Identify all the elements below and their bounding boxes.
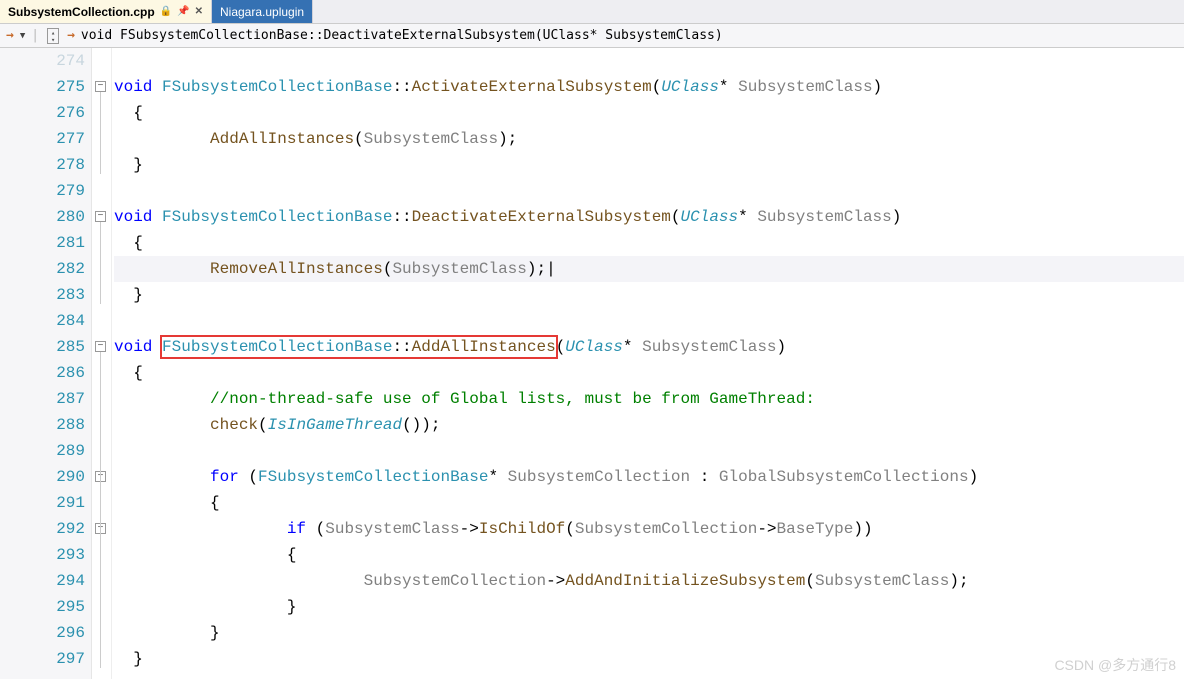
line-number: 288 <box>0 412 85 438</box>
fold-toggle-icon[interactable]: − <box>95 341 106 352</box>
code-line[interactable]: } <box>114 152 1184 178</box>
line-number: 297 <box>0 646 85 672</box>
code-line[interactable]: RemoveAllInstances(SubsystemClass);| <box>114 256 1184 282</box>
tab-label: SubsystemCollection.cpp <box>8 5 155 19</box>
code-line[interactable]: for (FSubsystemCollectionBase* Subsystem… <box>114 464 1184 490</box>
divider: | <box>29 28 41 43</box>
line-number: 290 <box>0 464 85 490</box>
tab-inactive[interactable]: Niagara.uplugin <box>212 0 313 23</box>
watermark: CSDN @多方通行8 <box>1054 655 1176 675</box>
nav-back-icon[interactable]: → <box>4 28 16 43</box>
line-number: 286 <box>0 360 85 386</box>
code-line[interactable]: check(IsInGameThread()); <box>114 412 1184 438</box>
line-number: 285 <box>0 334 85 360</box>
line-number: 274 <box>0 48 85 74</box>
tab-active[interactable]: SubsystemCollection.cpp 🔒 📌 ✕ <box>0 0 212 23</box>
code-line[interactable]: { <box>114 100 1184 126</box>
line-number: 292 <box>0 516 85 542</box>
tab-label: Niagara.uplugin <box>220 5 304 19</box>
code-line[interactable]: } <box>114 620 1184 646</box>
nav-forward-icon[interactable]: → <box>65 28 77 43</box>
tab-bar: SubsystemCollection.cpp 🔒 📌 ✕ Niagara.up… <box>0 0 1184 24</box>
fold-toggle-icon[interactable]: − <box>95 81 106 92</box>
line-number: 289 <box>0 438 85 464</box>
breadcrumb[interactable]: void FSubsystemCollectionBase::Deactivat… <box>81 28 723 43</box>
line-number: 293 <box>0 542 85 568</box>
line-number: 278 <box>0 152 85 178</box>
line-number: 277 <box>0 126 85 152</box>
code-line[interactable]: SubsystemCollection->AddAndInitializeSub… <box>114 568 1184 594</box>
code-line[interactable] <box>114 308 1184 334</box>
line-number: 279 <box>0 178 85 204</box>
code-line[interactable]: void FSubsystemCollectionBase::ActivateE… <box>114 74 1184 100</box>
line-number: 295 <box>0 594 85 620</box>
breadcrumb-bar: → ▼ | ▴▾ → void FSubsystemCollectionBase… <box>0 24 1184 48</box>
pin-icon[interactable]: 📌 <box>177 6 189 17</box>
line-number: 280 <box>0 204 85 230</box>
line-number: 291 <box>0 490 85 516</box>
highlight-box <box>160 335 558 359</box>
line-number: 282 <box>0 256 85 282</box>
code-editor[interactable]: 2742752762772782792802812822832842852862… <box>0 48 1184 679</box>
line-number-gutter: 2742752762772782792802812822832842852862… <box>0 48 92 679</box>
code-line[interactable]: { <box>114 490 1184 516</box>
code-line[interactable]: //non-thread-safe use of Global lists, m… <box>114 386 1184 412</box>
code-line[interactable]: if (SubsystemClass->IsChildOf(SubsystemC… <box>114 516 1184 542</box>
fold-toggle-icon[interactable]: − <box>95 211 106 222</box>
line-number: 276 <box>0 100 85 126</box>
line-number: 296 <box>0 620 85 646</box>
line-number: 284 <box>0 308 85 334</box>
line-number: 287 <box>0 386 85 412</box>
line-number: 275 <box>0 74 85 100</box>
code-line[interactable] <box>114 48 1184 74</box>
line-number: 294 <box>0 568 85 594</box>
code-line[interactable]: void FSubsystemCollectionBase::Deactivat… <box>114 204 1184 230</box>
code-content[interactable]: void FSubsystemCollectionBase::ActivateE… <box>112 48 1184 679</box>
fold-column: −−−−− <box>92 48 112 679</box>
line-number: 281 <box>0 230 85 256</box>
code-line[interactable]: } <box>114 646 1184 672</box>
nav-stepper[interactable]: ▴▾ <box>47 28 59 44</box>
code-line[interactable]: { <box>114 360 1184 386</box>
close-icon[interactable]: ✕ <box>195 6 203 17</box>
code-line[interactable] <box>114 438 1184 464</box>
code-line[interactable]: { <box>114 230 1184 256</box>
code-line[interactable]: } <box>114 594 1184 620</box>
nav-dropdown-icon[interactable]: ▼ <box>20 31 25 41</box>
code-line[interactable] <box>114 178 1184 204</box>
lock-icon: 🔒 <box>160 6 172 17</box>
code-line[interactable]: { <box>114 542 1184 568</box>
code-line[interactable]: AddAllInstances(SubsystemClass); <box>114 126 1184 152</box>
code-line[interactable]: } <box>114 282 1184 308</box>
line-number: 283 <box>0 282 85 308</box>
